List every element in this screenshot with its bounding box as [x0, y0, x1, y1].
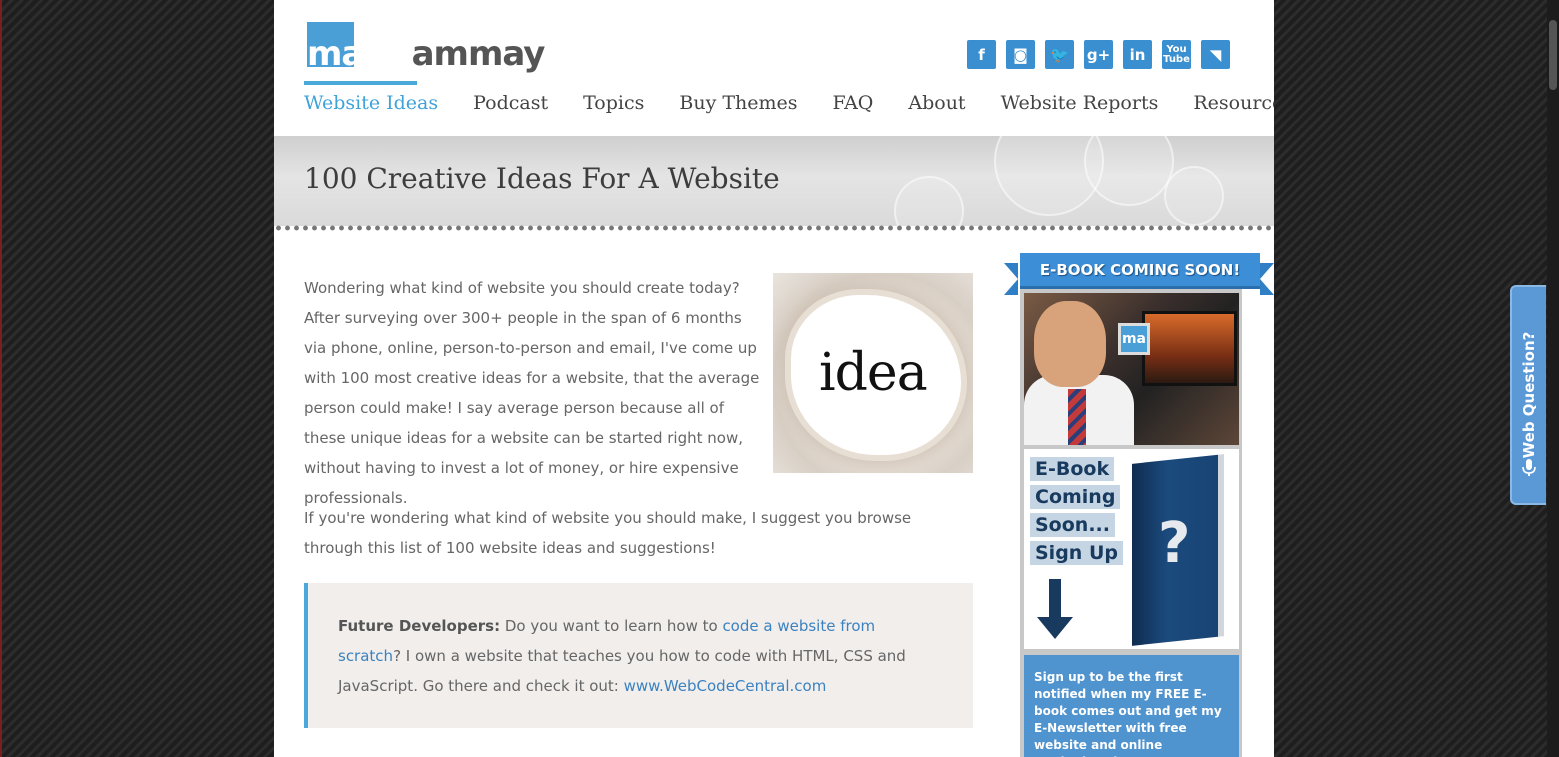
nav-about[interactable]: About [908, 92, 965, 114]
rss-icon[interactable]: ◥ [1201, 40, 1230, 69]
question-mark-icon: ? [1158, 511, 1191, 576]
signup-text[interactable]: Sign up to be the first notified when my… [1024, 655, 1239, 757]
logo-name: ammay [400, 34, 546, 74]
ribbon-tail-right [1260, 263, 1274, 295]
instagram-icon[interactable]: ◙ [1006, 40, 1035, 69]
banner-bubble [994, 136, 1104, 216]
intro-paragraph: Wondering what kind of website you shoul… [304, 279, 760, 507]
nav-resources[interactable]: Resources [1193, 92, 1274, 114]
window-edge [0, 0, 2, 757]
banner-bubble [1164, 166, 1224, 226]
title-banner: 100 Creative Ideas For A Website [274, 136, 1274, 226]
microphone-icon [1522, 459, 1536, 476]
monitor-screen [1142, 311, 1237, 386]
ebook-line: Sign Up [1030, 541, 1123, 565]
banner-bubble [894, 176, 964, 226]
ribbon-tail-left [1004, 263, 1018, 295]
ebook-ribbon: E-BOOK COMING SOON! [1020, 253, 1260, 289]
logo-mark: mark [307, 34, 402, 74]
facebook-icon[interactable]: f [967, 40, 996, 69]
ebook-line: E-Book [1030, 457, 1115, 481]
ebook-lines: E-Book Coming Soon... Sign Up [1030, 457, 1123, 569]
idea-image-text: idea [819, 343, 928, 403]
down-arrow-head-icon [1037, 617, 1073, 639]
scroll-thumb[interactable] [1549, 20, 1557, 90]
dotted-divider [274, 224, 1274, 232]
logo-underline [304, 81, 417, 85]
ebook-line: Coming [1030, 485, 1121, 509]
nav-faq[interactable]: FAQ [833, 92, 874, 114]
ebook-promo[interactable]: E-Book Coming Soon... Sign Up ? [1024, 449, 1239, 649]
site-logo[interactable]: mark ammay [304, 20, 545, 86]
logo-text: mark ammay [307, 34, 546, 74]
twitter-icon[interactable]: 🐦 [1045, 40, 1074, 69]
linkedin-icon[interactable]: in [1123, 40, 1152, 69]
google-plus-icon[interactable]: g+ [1084, 40, 1113, 69]
author-face [1034, 301, 1106, 387]
author-tie [1068, 389, 1086, 445]
web-question-tab[interactable]: Web Question? [1510, 285, 1546, 505]
nav-website-ideas[interactable]: Website Ideas [304, 92, 438, 114]
webcodecentral-link[interactable]: www.WebCodeCentral.com [624, 677, 827, 695]
suggestion-paragraph: If you're wondering what kind of website… [304, 509, 912, 557]
author-photo: ma [1024, 293, 1239, 445]
social-links: f ◙ 🐦 g+ in You Tube ◥ [967, 40, 1230, 69]
photo-logo-badge: ma [1118, 323, 1150, 355]
nav-website-reports[interactable]: Website Reports [1001, 92, 1159, 114]
page-title: 100 Creative Ideas For A Website [304, 162, 780, 195]
callout-text-1: Do you want to learn how to [500, 617, 723, 635]
ebook-line: Soon... [1030, 513, 1115, 537]
idea-image: idea [773, 273, 973, 473]
callout-lead: Future Developers: [338, 617, 501, 635]
web-question-label: Web Question? [1520, 331, 1538, 459]
down-arrow-icon [1049, 579, 1061, 619]
page-scrollbar[interactable] [1547, 0, 1559, 757]
nav-topics[interactable]: Topics [583, 92, 644, 114]
youtube-icon[interactable]: You Tube [1162, 40, 1191, 69]
callout-text: Future Developers: Do you want to learn … [338, 611, 928, 701]
page-container: mark ammay f ◙ 🐦 g+ in You Tube ◥ Websit… [274, 0, 1274, 757]
main-nav: Website Ideas Podcast Topics Buy Themes … [304, 92, 1274, 114]
nav-buy-themes[interactable]: Buy Themes [679, 92, 797, 114]
developer-callout: Future Developers: Do you want to learn … [304, 583, 973, 728]
nav-podcast[interactable]: Podcast [473, 92, 548, 114]
